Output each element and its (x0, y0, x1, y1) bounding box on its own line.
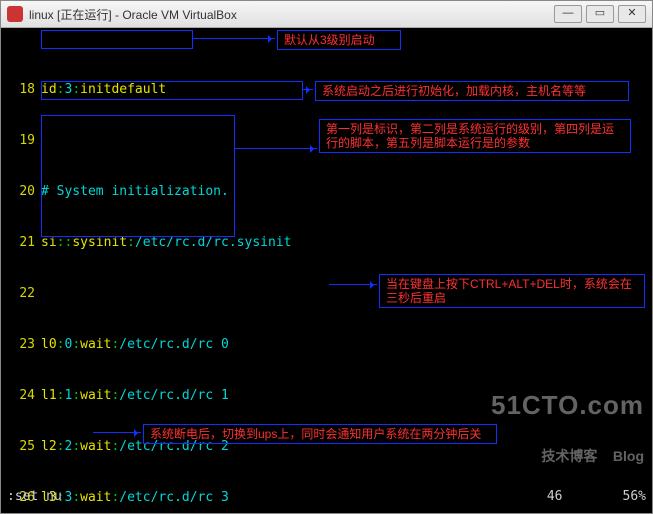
titlebar[interactable]: linux [正在运行] - Oracle VM VirtualBox — ▭ … (1, 1, 652, 28)
status-left: :set nu (7, 488, 62, 505)
watermark: 51CTO.com 技术博客 Blog (491, 363, 644, 499)
status-line: :set nu 46 56% (1, 488, 652, 505)
highlight-box (41, 30, 193, 49)
maximize-button[interactable]: ▭ (586, 5, 614, 23)
terminal[interactable]: 18id:3:initdefault 19 20# System initial… (1, 28, 652, 513)
vm-window: linux [正在运行] - Oracle VM VirtualBox — ▭ … (0, 0, 653, 514)
app-icon (7, 6, 23, 22)
annotation: 默认从3级别启动 (277, 30, 401, 50)
status-mid: 46 (547, 488, 563, 505)
close-button[interactable]: ✕ (618, 5, 646, 23)
window-title: linux [正在运行] - Oracle VM VirtualBox (29, 6, 237, 23)
status-right: 56% (623, 488, 646, 505)
line-number: 18 (1, 81, 41, 98)
minimize-button[interactable]: — (554, 5, 582, 23)
